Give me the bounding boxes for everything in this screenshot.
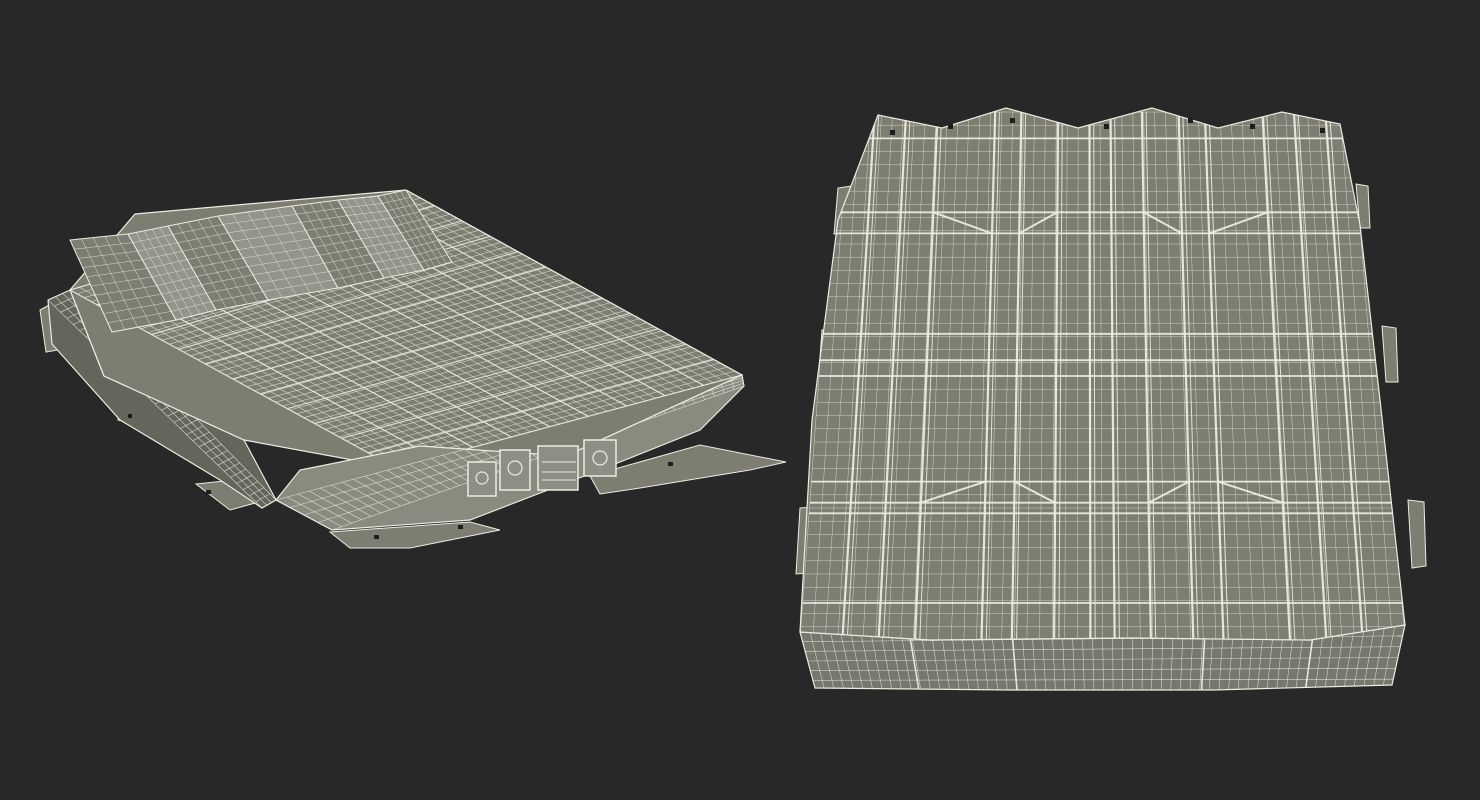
- viewport: [0, 0, 1480, 800]
- battery-pack-top-view: [795, 107, 1427, 691]
- top-wireframe: [800, 111, 1405, 640]
- battery-pack-perspective-view: [39, 189, 787, 549]
- render-canvas: [39, 107, 1427, 691]
